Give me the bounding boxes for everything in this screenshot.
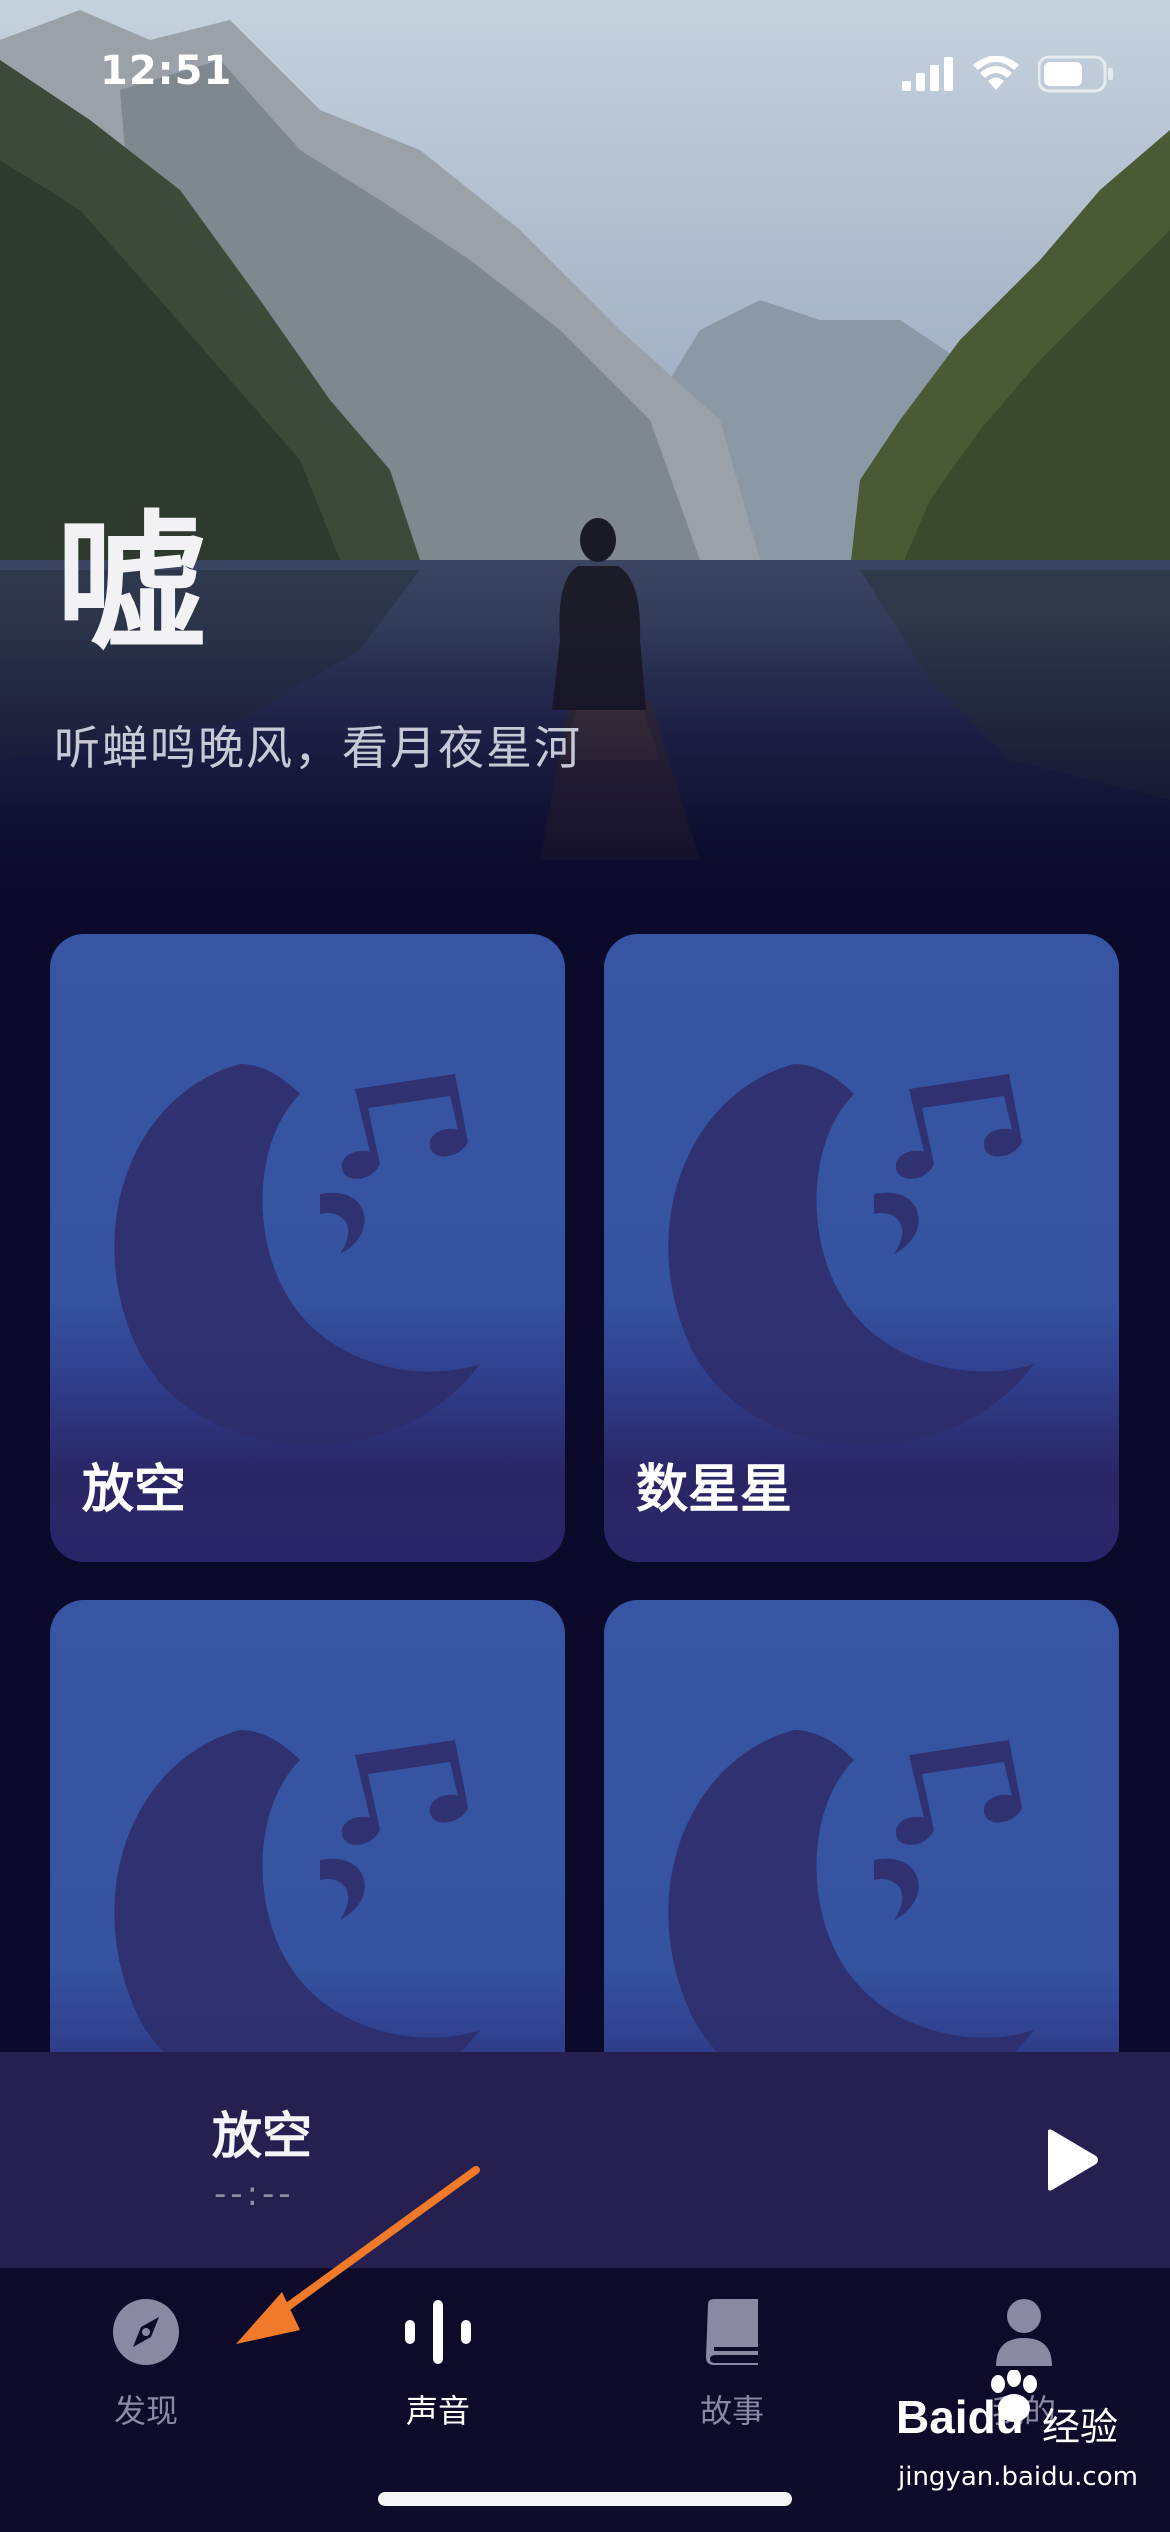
mini-player-time: --:-- <box>214 2174 295 2214</box>
battery-icon <box>1038 55 1113 93</box>
tab-stories[interactable]: 故事 <box>632 2292 832 2442</box>
sound-card-label: 数星星 <box>636 1460 793 1520</box>
sound-card-label: 放空 <box>82 1460 187 1520</box>
tab-sounds[interactable]: 声音 <box>338 2292 538 2442</box>
tab-label: 发现 <box>113 2392 178 2430</box>
compass-icon <box>113 2299 179 2365</box>
sound-card[interactable]: 放空 <box>50 934 565 1562</box>
watermark-brand-cn: 经验 <box>1042 2405 1119 2449</box>
book-icon <box>706 2299 758 2365</box>
play-icon <box>1048 2129 1098 2191</box>
tab-label: 故事 <box>699 2392 764 2430</box>
status-bar: 12:51 <box>0 0 1170 140</box>
play-button[interactable] <box>1030 2118 1114 2202</box>
signal-icon <box>902 57 953 91</box>
wifi-icon <box>973 56 1019 90</box>
moon-music-icon <box>668 1064 1034 1446</box>
mini-player[interactable]: 放空 --:-- <box>0 2052 1170 2268</box>
mini-player-title: 放空 <box>212 2107 312 2165</box>
status-time: 12:51 <box>100 48 233 94</box>
page-subtitle: 听蝉鸣晚风，看月夜星河 <box>54 721 582 775</box>
baidu-watermark: Baidu 经验 jingyan.baidu.com <box>892 2370 1152 2520</box>
watermark-url: jingyan.baidu.com <box>898 2462 1138 2492</box>
watermark-brand: Baidu <box>896 2391 1024 2443</box>
home-indicator[interactable] <box>378 2492 792 2506</box>
sound-card[interactable]: 数星星 <box>604 934 1119 1562</box>
user-icon <box>996 2299 1052 2366</box>
status-icons <box>902 52 1114 96</box>
moon-music-icon <box>114 1064 480 1446</box>
tab-label: 声音 <box>405 2392 470 2430</box>
page-title: 嘘 <box>56 498 207 672</box>
tab-discover[interactable]: 发现 <box>46 2292 246 2442</box>
sound-wave-icon <box>405 2300 471 2364</box>
